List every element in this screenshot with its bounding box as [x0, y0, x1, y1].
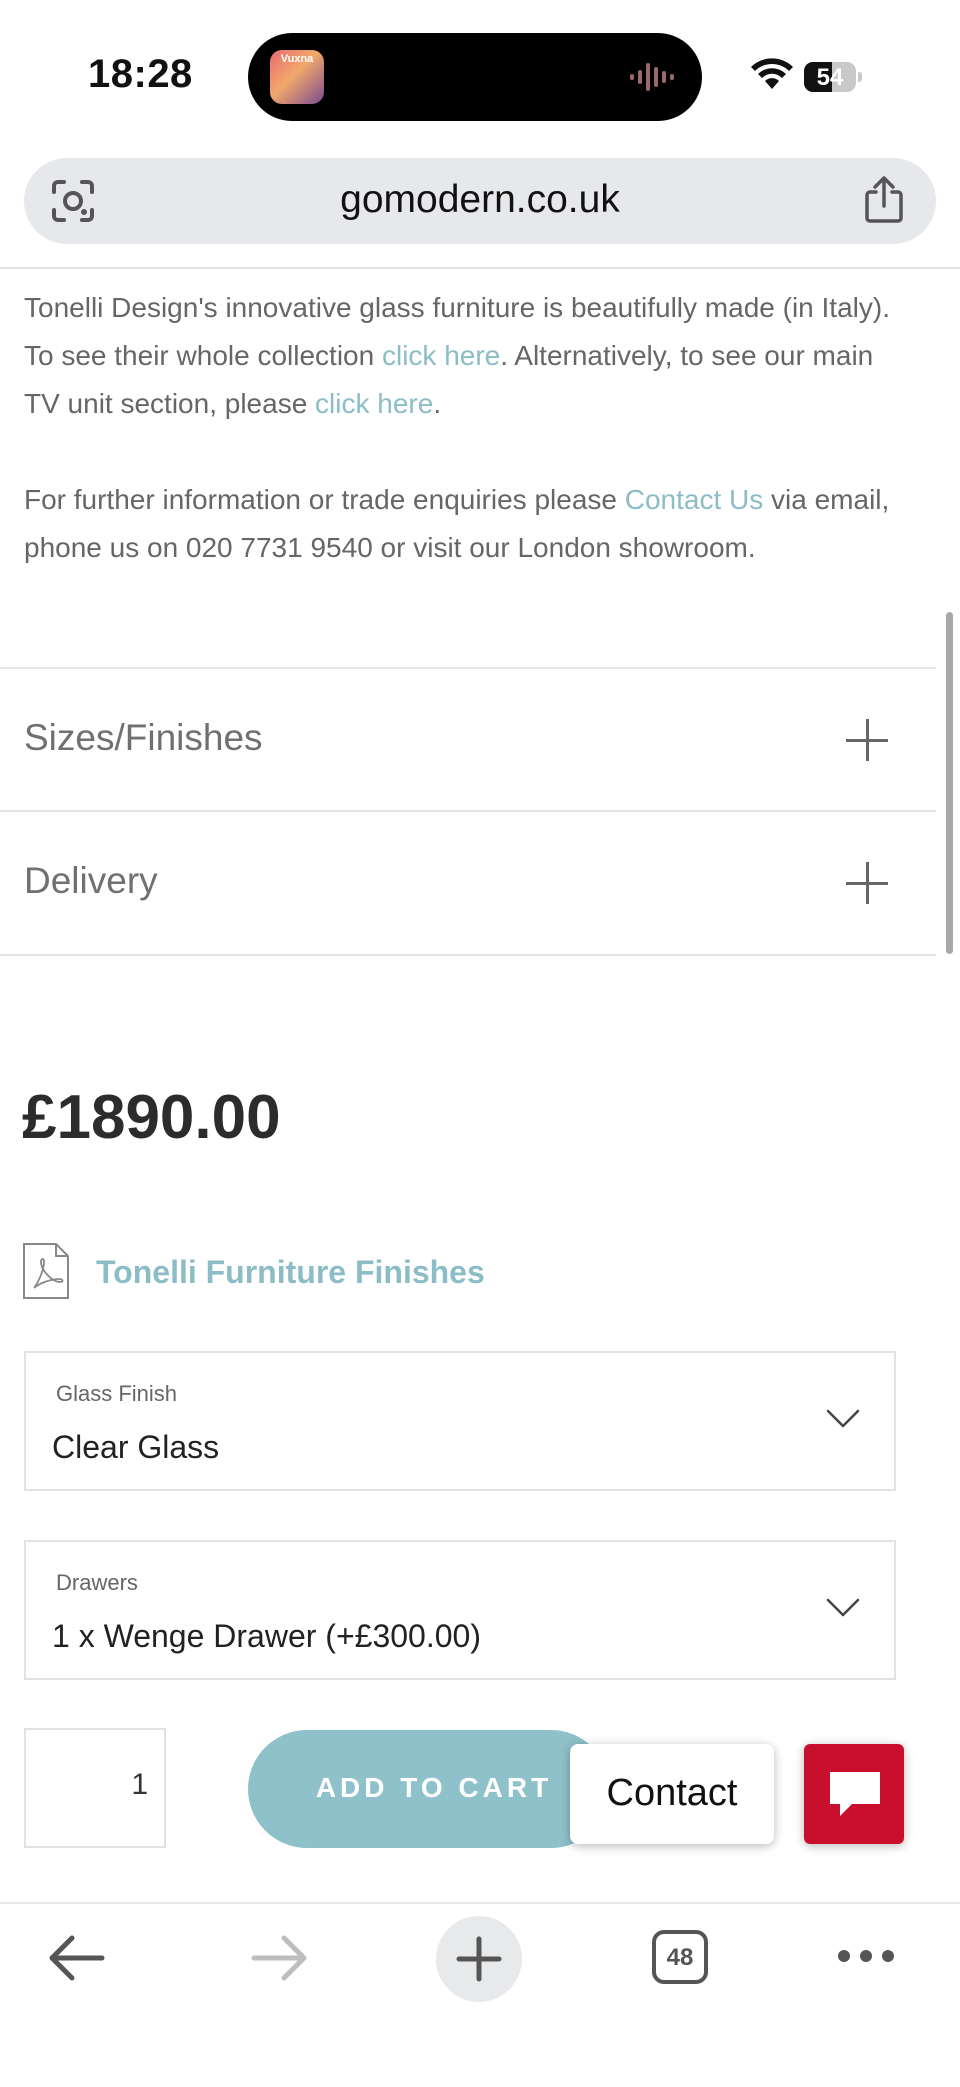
description-paragraph-1: Tonelli Design's innovative glass furnit… — [24, 284, 894, 428]
add-to-cart-label: ADD TO CART — [315, 1772, 553, 1803]
accordion-label: Delivery — [24, 860, 158, 901]
accordion-label: Sizes/Finishes — [24, 717, 263, 758]
browser-toolbar: 48 — [0, 1904, 960, 2087]
contact-label: Contact — [606, 1772, 738, 1814]
select-caption: Glass Finish — [56, 1381, 178, 1406]
select-value[interactable]: Clear Glass — [52, 1429, 219, 1466]
pdf-file-icon — [23, 1243, 69, 1299]
add-to-cart-button[interactable]: ADD TO CART — [248, 1730, 610, 1848]
quantity-input[interactable]: 1 — [24, 1728, 166, 1848]
status-time: 18:28 — [88, 52, 193, 96]
chevron-down-icon[interactable] — [826, 1598, 860, 1618]
description-text: For further information or trade enquiri… — [24, 484, 625, 515]
back-arrow-icon[interactable] — [46, 1932, 106, 1984]
plus-icon[interactable] — [846, 862, 888, 904]
wifi-icon — [751, 58, 793, 89]
forward-arrow-icon[interactable] — [250, 1932, 310, 1984]
battery-percent: 54 — [816, 64, 844, 91]
battery-icon: 54 — [804, 62, 862, 92]
scrollbar[interactable] — [946, 612, 953, 954]
drawers-select[interactable]: Drawers 1 x Wenge Drawer (+£300.00) — [24, 1540, 896, 1680]
plus-icon[interactable] — [846, 719, 888, 761]
select-value[interactable]: 1 x Wenge Drawer (+£300.00) — [52, 1618, 481, 1655]
audio-waveform-icon — [630, 63, 674, 91]
share-icon[interactable] — [862, 176, 906, 224]
collection-link[interactable]: click here — [382, 340, 500, 371]
select-caption: Drawers — [56, 1570, 138, 1595]
quantity-value[interactable]: 1 — [131, 1768, 148, 1802]
url-text[interactable]: gomodern.co.uk — [24, 178, 936, 222]
description-paragraph-2: For further information or trade enquiri… — [24, 476, 894, 572]
now-playing-thumbnail-text: Vuxna — [280, 53, 314, 65]
more-options-icon[interactable] — [836, 1946, 896, 1966]
contact-us-link[interactable]: Contact Us — [625, 484, 764, 515]
tab-count: 48 — [666, 1944, 694, 1971]
accordion-delivery[interactable]: Delivery — [0, 810, 936, 956]
description-text: . — [433, 388, 442, 419]
product-price: £1890.00 — [22, 1083, 281, 1152]
new-tab-button[interactable] — [436, 1916, 522, 2002]
live-chat-button[interactable] — [804, 1744, 904, 1844]
status-bar: 18:28 Vuxna 54 — [0, 0, 960, 150]
dynamic-island[interactable]: Vuxna — [248, 33, 702, 121]
now-playing-thumbnail: Vuxna — [270, 50, 324, 104]
glass-finish-select[interactable]: Glass Finish Clear Glass — [24, 1351, 896, 1491]
finishes-link-label[interactable]: Tonelli Furniture Finishes — [96, 1254, 485, 1291]
contact-button[interactable]: Contact — [570, 1744, 774, 1844]
tabs-button[interactable]: 48 — [652, 1930, 708, 1984]
top-divider — [0, 267, 960, 269]
chevron-down-icon[interactable] — [826, 1409, 860, 1429]
address-bar[interactable]: gomodern.co.uk — [24, 158, 936, 244]
chat-bubble-icon — [830, 1772, 880, 1816]
tv-unit-link[interactable]: click here — [315, 388, 433, 419]
accordion-sizes-finishes[interactable]: Sizes/Finishes — [0, 667, 936, 811]
plus-icon — [456, 1936, 502, 1982]
